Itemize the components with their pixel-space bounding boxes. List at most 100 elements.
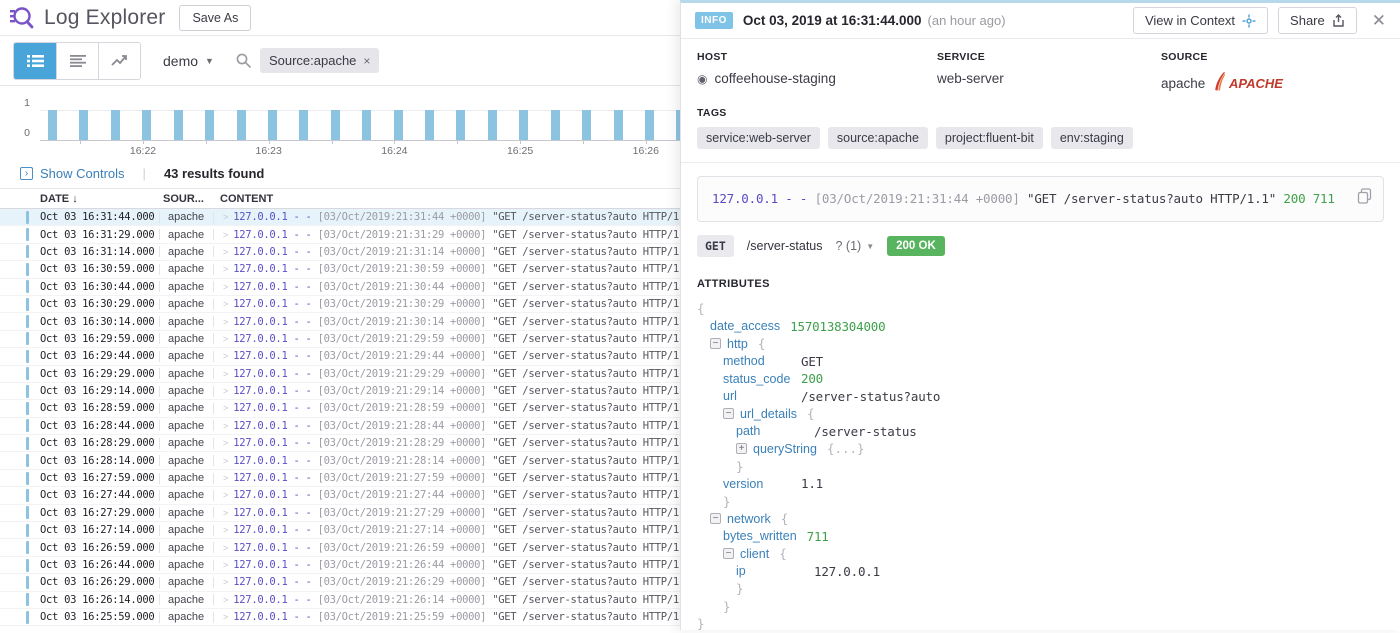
host-value[interactable]: coffeehouse-staging <box>714 71 835 86</box>
search-bar[interactable]: Source:apache × <box>236 48 681 73</box>
column-divider <box>213 438 214 449</box>
copy-icon[interactable] <box>1357 188 1372 204</box>
column-header-date[interactable]: DATE ↓ <box>40 193 163 205</box>
expand-chevron-icon: > <box>223 212 228 222</box>
json-brace: { <box>697 301 705 316</box>
table-row[interactable]: Oct 03 16:26:29.000apache>127.0.0.1 - - … <box>0 574 681 591</box>
json-brace: { <box>758 336 766 351</box>
attr-value: 1.1 <box>801 476 823 491</box>
collapse-icon[interactable]: − <box>723 408 734 419</box>
log-row-list: Oct 03 16:31:44.000apache>127.0.0.1 - - … <box>0 209 681 630</box>
cell-source: apache <box>163 263 210 275</box>
path-token[interactable]: /server-status <box>747 239 823 253</box>
collapse-icon[interactable]: − <box>710 513 721 524</box>
toolbar: demo ▼ Source:apache × <box>0 36 681 86</box>
status-token[interactable]: 200 OK <box>887 236 945 256</box>
log-level-indicator <box>26 350 29 363</box>
query-token-dropdown[interactable]: ? (1) ▼ <box>836 239 875 253</box>
source-value[interactable]: apache <box>1161 76 1205 91</box>
show-controls-button[interactable]: Show Controls <box>40 166 125 181</box>
table-row[interactable]: Oct 03 16:31:29.000apache>127.0.0.1 - - … <box>0 226 681 243</box>
table-row[interactable]: Oct 03 16:28:14.000apache>127.0.0.1 - - … <box>0 452 681 469</box>
attr-key[interactable]: path <box>736 424 804 438</box>
table-row[interactable]: Oct 03 16:30:14.000apache>127.0.0.1 - - … <box>0 313 681 330</box>
tree-row: ip127.0.0.1 <box>681 563 1400 581</box>
attr-key[interactable]: ip <box>736 564 804 578</box>
tag-pill[interactable]: project:fluent-bit <box>936 127 1043 149</box>
attr-key[interactable]: date_access <box>710 319 780 333</box>
column-divider <box>213 264 214 275</box>
chart-bar <box>519 110 528 140</box>
timeseries-chart[interactable]: 1 0 16:2216:2316:2416:2516:26 <box>0 92 681 160</box>
method-token[interactable]: GET <box>697 235 734 257</box>
table-row[interactable]: Oct 03 16:27:14.000apache>127.0.0.1 - - … <box>0 522 681 539</box>
table-row[interactable]: Oct 03 16:26:44.000apache>127.0.0.1 - - … <box>0 557 681 574</box>
tag-pill[interactable]: source:apache <box>828 127 928 149</box>
tag-pill[interactable]: service:web-server <box>697 127 820 149</box>
collapse-icon[interactable]: − <box>710 338 721 349</box>
attr-key[interactable]: bytes_written <box>723 529 797 543</box>
table-row[interactable]: Oct 03 16:31:14.000apache>127.0.0.1 - - … <box>0 244 681 261</box>
table-row[interactable]: Oct 03 16:25:59.000apache>127.0.0.1 - - … <box>0 609 681 626</box>
attr-key[interactable]: queryString <box>753 442 817 456</box>
table-row[interactable]: Oct 03 16:27:29.000apache>127.0.0.1 - - … <box>0 505 681 522</box>
attr-key[interactable]: status_code <box>723 372 791 386</box>
column-divider <box>159 264 160 275</box>
save-as-button[interactable]: Save As <box>179 5 251 31</box>
table-row[interactable]: Oct 03 16:28:44.000apache>127.0.0.1 - - … <box>0 418 681 435</box>
service-value[interactable]: web-server <box>937 71 1004 86</box>
table-row[interactable]: Oct 03 16:26:59.000apache>127.0.0.1 - - … <box>0 539 681 556</box>
table-row[interactable]: Oct 03 16:26:14.000apache>127.0.0.1 - - … <box>0 592 681 609</box>
log-level-indicator <box>26 576 29 589</box>
table-row[interactable]: Oct 03 16:29:14.000apache>127.0.0.1 - - … <box>0 383 681 400</box>
view-in-context-button[interactable]: View in Context <box>1133 7 1268 34</box>
expand-chevron-icon: > <box>223 421 228 431</box>
attr-key[interactable]: method <box>723 354 791 368</box>
compact-view-button[interactable] <box>56 43 98 79</box>
attr-key[interactable]: version <box>723 477 791 491</box>
column-header-source[interactable]: SOUR... <box>163 193 220 205</box>
table-row[interactable]: Oct 03 16:28:29.000apache>127.0.0.1 - - … <box>0 435 681 452</box>
x-tick-minor <box>332 140 333 144</box>
attr-key[interactable]: url <box>723 389 791 403</box>
share-button[interactable]: Share <box>1278 7 1357 34</box>
table-row[interactable]: Oct 03 16:29:29.000apache>127.0.0.1 - - … <box>0 366 681 383</box>
table-row[interactable]: Oct 03 16:29:59.000apache>127.0.0.1 - - … <box>0 331 681 348</box>
apache-logo: APACHE <box>1212 71 1300 95</box>
list-view-button[interactable] <box>14 43 56 79</box>
cell-source: apache <box>163 594 210 606</box>
table-row[interactable]: Oct 03 16:31:44.000apache>127.0.0.1 - - … <box>0 209 681 226</box>
app-header: Log Explorer Save As <box>0 0 681 36</box>
chart-bar <box>79 110 88 140</box>
log-level-indicator <box>26 211 29 224</box>
attr-key[interactable]: http <box>727 337 748 351</box>
scope-dropdown[interactable]: demo ▼ <box>163 53 214 69</box>
host-label: HOST <box>697 51 937 63</box>
view-mode-group <box>13 42 141 80</box>
table-row[interactable]: Oct 03 16:27:59.000apache>127.0.0.1 - - … <box>0 470 681 487</box>
attr-key[interactable]: client <box>740 547 769 561</box>
table-row[interactable]: Oct 03 16:28:59.000apache>127.0.0.1 - - … <box>0 400 681 417</box>
cell-date: Oct 03 16:25:59.000 <box>40 611 156 623</box>
attr-key[interactable]: network <box>727 512 771 526</box>
filter-tag-source-apache[interactable]: Source:apache × <box>260 48 379 73</box>
cell-date: Oct 03 16:29:44.000 <box>40 350 156 362</box>
expand-icon[interactable]: + <box>736 443 747 454</box>
attr-key[interactable]: url_details <box>740 407 797 421</box>
column-divider <box>213 455 214 466</box>
json-brace: {...} <box>827 441 865 456</box>
close-icon[interactable]: ✕ <box>1372 11 1386 31</box>
table-row[interactable]: Oct 03 16:27:44.000apache>127.0.0.1 - - … <box>0 487 681 504</box>
collapse-icon[interactable]: − <box>723 548 734 559</box>
cell-date: Oct 03 16:27:14.000 <box>40 524 156 536</box>
remove-filter-icon[interactable]: × <box>363 54 370 68</box>
log-message: 127.0.0.1 - - [03/Oct/2019:21:31:44 +000… <box>697 176 1384 222</box>
table-row[interactable]: Oct 03 16:30:59.000apache>127.0.0.1 - - … <box>0 261 681 278</box>
table-row[interactable]: Oct 03 16:30:29.000apache>127.0.0.1 - - … <box>0 296 681 313</box>
tag-pill[interactable]: env:staging <box>1051 127 1133 149</box>
table-row[interactable]: Oct 03 16:30:44.000apache>127.0.0.1 - - … <box>0 279 681 296</box>
log-level-indicator <box>26 315 29 328</box>
table-row[interactable]: Oct 03 16:29:44.000apache>127.0.0.1 - - … <box>0 348 681 365</box>
chart-view-button[interactable] <box>98 43 140 79</box>
column-header-content[interactable]: CONTENT <box>220 193 273 205</box>
